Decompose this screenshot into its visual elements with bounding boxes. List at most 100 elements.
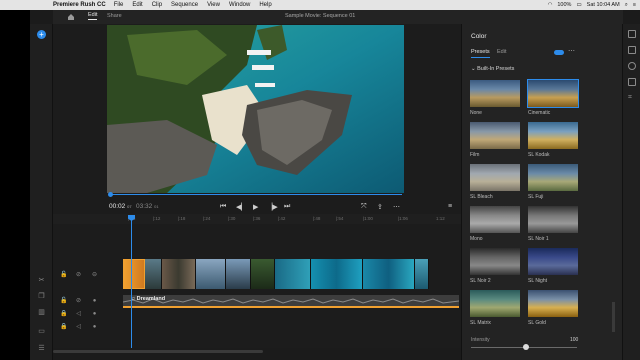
video-clip[interactable] [275,259,311,289]
preset-thumbnail[interactable] [470,80,520,107]
time-ruler[interactable]: |:06 |:12 |:18 |:24 |:30 |:36 |:42 |:48 … [53,214,461,224]
audio-clip-label: ♫ Dreamland [131,296,166,302]
mic-icon[interactable]: ● [91,298,98,305]
duplicate-icon[interactable]: ❐ [37,292,46,301]
ruler-tick: 1:12 [436,216,445,221]
timeline-view-icon[interactable]: ☰ [37,344,46,353]
more-icon[interactable]: ⋯ [393,203,400,211]
video-clip[interactable] [363,259,415,289]
presets-section-header[interactable]: ⌄ Built-In Presets [471,66,514,72]
app-name[interactable]: Premiere Rush CC [53,2,106,8]
video-clip[interactable] [251,259,275,289]
preset-thumbnail[interactable] [470,290,520,317]
search-icon[interactable]: ⌕ [625,2,628,9]
tab-edit[interactable]: Edit [88,12,98,20]
mute-icon[interactable]: ◁ [75,311,82,318]
ruler-tick: |:30 [228,216,236,221]
lock-icon[interactable]: 🔓 [60,272,67,279]
ruler-tick: |:18 [178,216,186,221]
tab-presets[interactable]: Presets [471,49,490,58]
delete-icon[interactable]: ▥ [37,308,46,317]
status-area: ◠ 100% ▭ Sat 10:04 AM ⌕ ≡ [548,0,636,10]
menu-list-icon[interactable]: ≡ [633,2,636,8]
mic-icon[interactable]: ● [91,311,98,318]
scissors-icon[interactable]: ✂ [37,276,46,285]
titles-icon[interactable] [628,30,636,38]
wifi-icon[interactable]: ◠ [548,2,553,8]
audio-clip-bar [123,306,459,308]
go-to-start-icon[interactable]: ⏮ [220,203,226,211]
menu-edit[interactable]: Edit [132,2,142,8]
scrub-bar[interactable] [110,194,402,195]
export-frame-icon[interactable]: ⇪ [377,203,383,211]
home-icon[interactable] [67,13,75,21]
tab-color-edit[interactable]: Edit [497,49,506,55]
step-back-icon[interactable]: ◀▏ [236,203,247,211]
menu-clip[interactable]: Clip [152,2,162,8]
color-icon[interactable] [628,62,636,70]
current-frames: 07 [127,204,132,209]
menu-help[interactable]: Help [259,2,271,8]
hamburger-icon[interactable]: ≡ [448,203,452,210]
duration-frames: 01 [154,204,159,209]
battery-icon[interactable]: ▭ [576,2,581,8]
link-icon[interactable]: ⊖ [91,272,98,279]
preset-label: SL Night [528,278,547,284]
play-icon[interactable]: ▶ [253,203,258,211]
menu-view[interactable]: View [207,2,220,8]
color-toggle[interactable] [554,50,564,55]
preset-thumbnail[interactable] [528,290,578,317]
preset-thumbnail[interactable] [528,206,578,233]
preset-thumbnail[interactable] [470,164,520,191]
preset-thumbnail[interactable] [470,122,520,149]
timeline-scrollbar[interactable] [53,350,263,353]
intensity-value: 100 [570,337,579,343]
go-to-end-icon[interactable]: ⏭ [284,203,290,211]
tab-share[interactable]: Share [107,13,122,19]
menu-bar: Premiere Rush CC File Edit Clip Sequence… [0,0,640,10]
video-clip-selected[interactable] [123,259,145,289]
scrub-handle[interactable] [108,192,113,197]
preset-thumbnail[interactable] [470,206,520,233]
video-clip[interactable] [226,259,251,289]
current-timecode: 00:02 07 [109,203,132,210]
preset-label: None [470,110,482,116]
preset-thumbnail[interactable] [528,164,578,191]
track-controls-icon[interactable]: ▭ [37,327,46,336]
panel-scrollbar[interactable] [612,302,615,332]
preset-label: SL Noir 1 [528,236,549,242]
video-clip[interactable] [311,259,363,289]
step-forward-icon[interactable]: ▕▶ [267,203,278,211]
video-clip[interactable] [196,259,226,289]
audio-clip[interactable]: ♫ Dreamland [123,295,459,308]
hide-track-icon[interactable]: ⊘ [75,272,82,279]
mute-icon[interactable]: ⊘ [75,298,82,305]
project-title: Sample Movie: Sequence 01 [285,13,356,19]
preset-thumbnail[interactable] [470,248,520,275]
preset-thumbnail[interactable] [528,122,578,149]
menu-window[interactable]: Window [229,2,250,8]
lock-icon[interactable]: 🔒 [60,311,67,318]
clock[interactable]: Sat 10:04 AM [587,2,620,8]
menu-file[interactable]: File [114,2,124,8]
preset-thumbnail[interactable] [527,79,579,108]
video-clip[interactable] [145,259,162,289]
add-media-button[interactable]: + [37,30,46,39]
video-clip[interactable] [162,259,196,289]
transitions-icon[interactable] [628,46,636,54]
mute-icon[interactable]: ◁ [75,324,82,331]
left-black-border [0,10,30,360]
intensity-slider-handle[interactable] [523,344,529,350]
video-track [123,259,429,289]
preset-thumbnail[interactable] [528,248,578,275]
fit-icon[interactable]: ⤧ [361,203,367,211]
transform-icon[interactable]: ⌗ [628,94,636,102]
menu-sequence[interactable]: Sequence [171,2,198,8]
lock-icon[interactable]: 🔓 [60,298,67,305]
lock-icon[interactable]: 🔒 [60,324,67,331]
speed-icon[interactable] [628,78,636,86]
playhead[interactable] [131,216,132,348]
more-icon[interactable]: ⋯ [568,47,575,55]
mic-icon[interactable]: ● [91,324,98,331]
video-clip[interactable] [415,259,429,289]
